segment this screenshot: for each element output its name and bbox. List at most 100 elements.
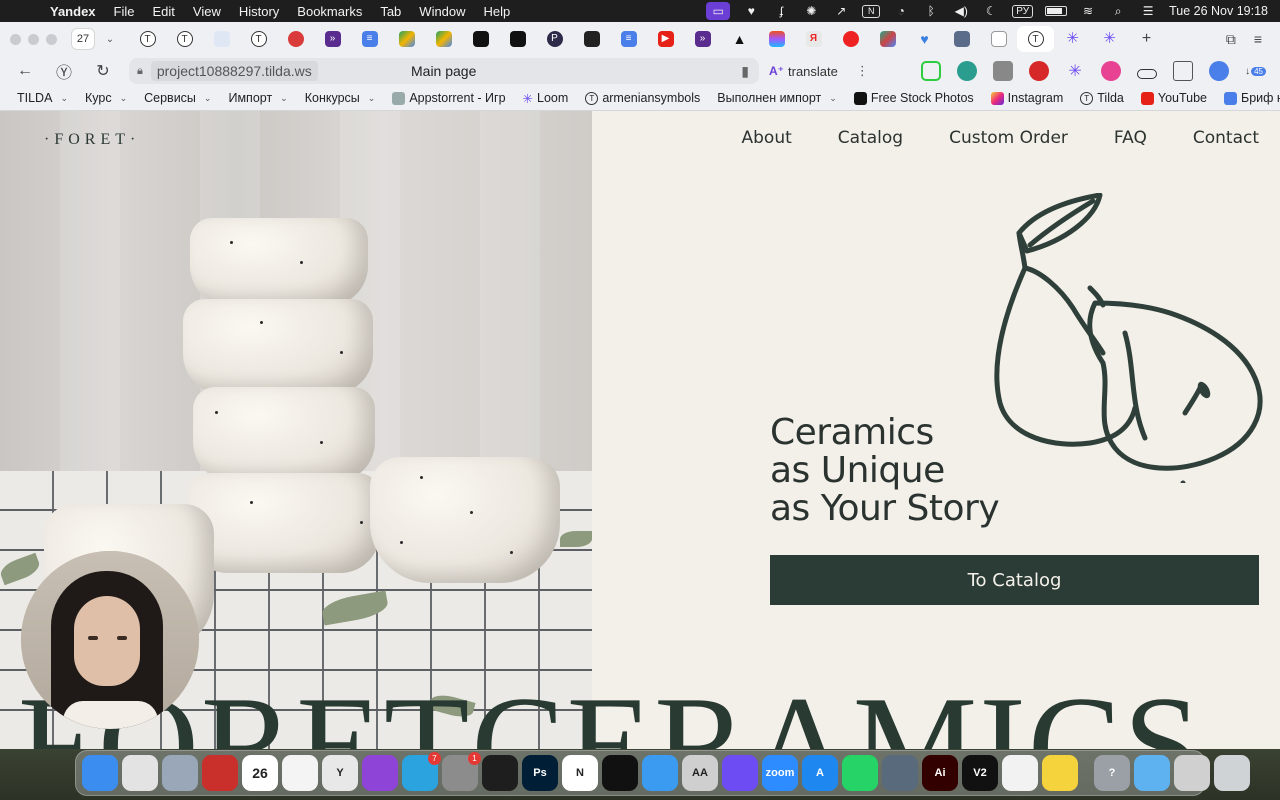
tab-gdoc-1[interactable]: ≡ — [351, 26, 388, 52]
bookmark-folder-konkursy[interactable]: Конкурсы ⌄ — [305, 91, 376, 105]
tab-youtube[interactable]: ▶ — [647, 26, 684, 52]
minimize-window-button[interactable] — [28, 33, 39, 45]
bookmark-youtube[interactable]: YouTube — [1140, 91, 1207, 105]
tab-purple[interactable]: » — [314, 26, 351, 52]
tab-tilda-2[interactable]: T — [166, 26, 203, 52]
camera-icon[interactable] — [993, 61, 1014, 81]
menu-app-name[interactable]: Yandex — [50, 4, 96, 19]
sidebar-icon[interactable]: ≡ — [1254, 31, 1262, 48]
to-catalog-button[interactable]: To Catalog — [770, 555, 1259, 605]
loom-icon[interactable]: ✳ — [1065, 61, 1085, 81]
tab-active-tilda[interactable]: T — [1017, 26, 1054, 52]
extension-bird-icon[interactable] — [957, 61, 978, 81]
bookmark-free-stock-photos[interactable]: Free Stock Photos — [853, 91, 974, 105]
tab-black-2[interactable] — [499, 26, 536, 52]
dock-finder-icon[interactable] — [82, 755, 118, 791]
menu-bookmarks[interactable]: Bookmarks — [297, 4, 362, 19]
bookmark-folder-tilda[interactable]: TILDA ⌄ — [17, 91, 68, 105]
search-icon[interactable]: ⌕ — [1109, 4, 1127, 18]
site-logo[interactable]: ·FORET· — [44, 131, 140, 149]
dock-chrome-icon[interactable] — [122, 755, 158, 791]
reload-icon[interactable]: ↻ — [90, 61, 116, 81]
tab-purple-2[interactable]: » — [684, 26, 721, 52]
volume-icon[interactable]: ◀) — [952, 4, 970, 18]
menu-view[interactable]: View — [193, 4, 221, 19]
dock-zoom-icon[interactable]: zoom — [762, 755, 798, 791]
tab-red[interactable] — [277, 26, 314, 52]
screen-recorder-icon[interactable]: ▭ — [706, 2, 731, 20]
nav-about[interactable]: About — [742, 128, 792, 148]
bookmark-brief[interactable]: Бриф на р — [1224, 91, 1280, 105]
address-bar[interactable]: 🔒︎ project10888297.tilda.ws Main page ▮ — [129, 58, 759, 84]
bookmark-appstorrent[interactable]: Appstorrent - Игр — [392, 91, 506, 105]
tab-loom-2[interactable]: ✳ — [1091, 26, 1128, 52]
tab-hex[interactable] — [573, 26, 610, 52]
tab-list-chevron-icon[interactable]: ⌄ — [99, 28, 121, 50]
bookmark-loom[interactable]: ✳ Loom — [523, 91, 569, 106]
dock-font-book-icon[interactable]: AA — [682, 755, 718, 791]
tab-a[interactable]: ▲ — [721, 26, 758, 52]
dock-loom-icon[interactable] — [722, 755, 758, 791]
tab-groups-icon[interactable]: ⧉ — [1226, 31, 1236, 48]
nav-custom-order[interactable]: Custom Order — [949, 128, 1068, 148]
translate-button[interactable]: A⁺ translate ⋮ — [769, 63, 869, 79]
tab-black-1[interactable] — [462, 26, 499, 52]
tab-collage[interactable] — [869, 26, 906, 52]
menu-help[interactable]: Help — [484, 4, 511, 19]
notion-menu-icon[interactable]: N — [862, 4, 881, 18]
tab-heart[interactable]: ♥ — [906, 26, 943, 52]
tab-gdoc-2[interactable]: ≡ — [610, 26, 647, 52]
dock-notion-icon[interactable]: N — [562, 755, 598, 791]
nav-catalog[interactable]: Catalog — [838, 128, 903, 148]
tab-count-badge[interactable]: 27 — [71, 28, 95, 50]
battery-icon[interactable] — [1045, 6, 1068, 16]
tab-page[interactable] — [980, 26, 1017, 52]
download-icon[interactable] — [1209, 61, 1230, 81]
tab-figma[interactable] — [758, 26, 795, 52]
status-app-icon[interactable]: ʄ — [772, 4, 790, 18]
dock-capcut-icon[interactable] — [602, 755, 638, 791]
bookmark-folder-servisy[interactable]: Сервисы ⌄ — [144, 91, 211, 105]
new-tab-button[interactable]: + — [1128, 26, 1165, 52]
dock-launchpad-icon[interactable] — [162, 755, 198, 791]
url-domain[interactable]: project10888297.tilda.ws — [150, 61, 318, 81]
menu-file[interactable]: File — [114, 4, 135, 19]
control-center-icon[interactable]: ☰ — [1139, 4, 1157, 18]
tab-yandex[interactable]: Я — [795, 26, 832, 52]
menu-edit[interactable]: Edit — [152, 4, 174, 19]
tab-loom-1[interactable]: ✳ — [1054, 26, 1091, 52]
bookmark-instagram[interactable]: Instagram — [990, 91, 1063, 105]
dock-telegram-icon[interactable]: 7 — [402, 752, 441, 791]
menu-history[interactable]: History — [239, 4, 279, 19]
puzzle-icon[interactable] — [1173, 61, 1194, 81]
bookmark-folder-import[interactable]: Импорт ⌄ — [228, 91, 287, 105]
moon-icon[interactable]: ☾ — [982, 4, 1000, 18]
bookmark-folder-kurs[interactable]: Курс ⌄ — [85, 91, 127, 105]
close-window-button[interactable] — [10, 33, 21, 45]
dock-system-settings-icon[interactable]: 1 — [442, 752, 481, 791]
extension-frame-icon[interactable] — [921, 61, 942, 81]
dock-acrobat-icon[interactable] — [202, 755, 238, 791]
cursor-app-icon[interactable]: ↗ — [832, 4, 850, 18]
dock-illustrator-icon[interactable]: Ai — [922, 755, 958, 791]
dock-calendar-icon[interactable]: 26 — [242, 755, 278, 791]
tab-gdrive-2[interactable] — [425, 26, 462, 52]
battery-extension-icon[interactable] — [1137, 68, 1158, 79]
more-icon[interactable]: ⋮ — [856, 63, 869, 79]
bookmark-folder-import-done[interactable]: Выполнен импорт ⌄ — [717, 91, 837, 105]
menu-window[interactable]: Window — [419, 4, 465, 19]
dock-notes-icon[interactable] — [282, 755, 318, 791]
dock-podcasts-icon[interactable] — [362, 755, 398, 791]
wifi-icon[interactable]: ≋ — [1079, 4, 1097, 18]
tab-doc[interactable] — [203, 26, 240, 52]
timer-icon[interactable]: ◔ — [892, 4, 910, 18]
dock-notes-yellow-icon[interactable] — [1042, 755, 1078, 791]
dock-downloads-icon[interactable] — [1134, 755, 1170, 791]
dock-whatsapp-icon[interactable] — [842, 755, 878, 791]
extension-pink-icon[interactable] — [1101, 61, 1122, 81]
sun-icon[interactable]: ✺ — [802, 4, 820, 18]
tab-block[interactable] — [832, 26, 869, 52]
dock-figma-icon[interactable] — [482, 755, 518, 791]
bookmark-armeniansymbols[interactable]: Tarmeniansymbols — [585, 91, 700, 105]
tab-tilda-3[interactable]: T — [240, 26, 277, 52]
